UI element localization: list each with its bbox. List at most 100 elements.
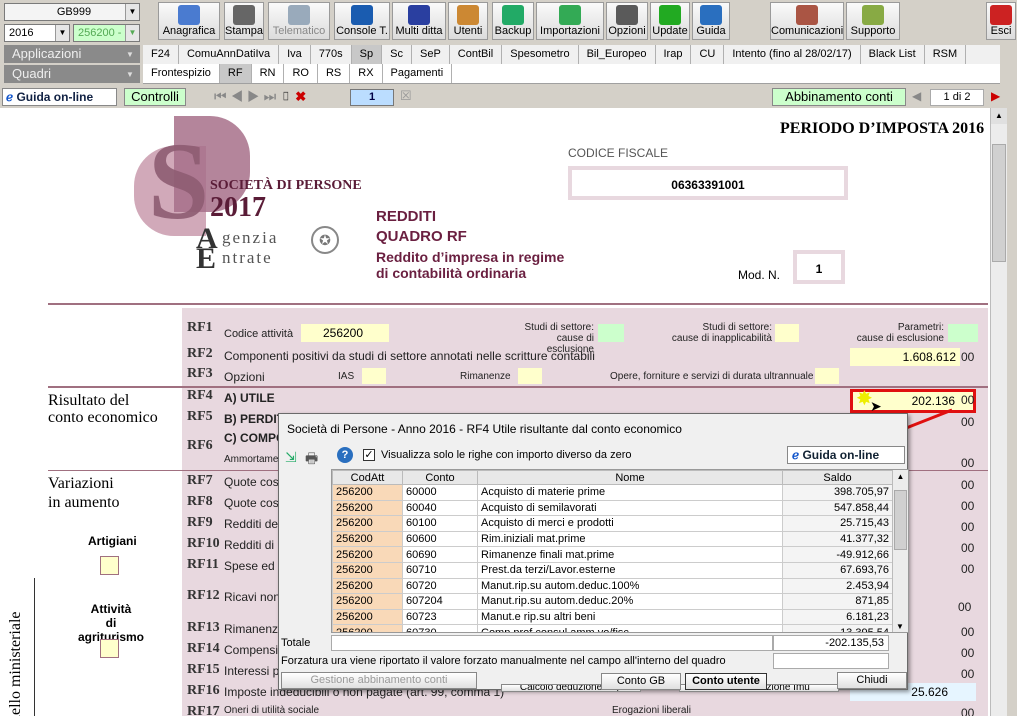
new-page-icon[interactable]: ▯ — [280, 88, 295, 104]
scroll-up-icon[interactable]: ▲ — [893, 470, 908, 484]
export-icon[interactable]: ⇲ — [285, 449, 297, 466]
toolbar-multi-ditta-button[interactable]: Multi ditta — [392, 2, 446, 40]
delete-icon[interactable]: ✖ — [295, 88, 310, 104]
grid-scrollbar[interactable]: ▲ ▼ — [892, 470, 908, 632]
cf-field[interactable]: 06363391001 — [568, 166, 848, 200]
column-header[interactable]: Nome — [477, 470, 783, 485]
guida-online-button[interactable]: ℯ Guida on-line — [2, 88, 117, 106]
prev-icon[interactable]: ◀ — [231, 88, 248, 104]
rf1-field[interactable]: 256200 — [301, 324, 389, 342]
toolbar-update-button[interactable]: Update — [650, 2, 690, 40]
page-prev-icon[interactable]: ◀ — [912, 89, 921, 103]
tab-ro[interactable]: RO — [284, 64, 318, 83]
last-icon[interactable]: ⏭ — [264, 88, 281, 104]
toolbar-opzioni-button[interactable]: Opzioni — [606, 2, 648, 40]
table-row[interactable]: 256200 60710 Prest.da terzi/Lavor.esterne 6… — [332, 561, 893, 579]
scroll-thumb[interactable] — [992, 144, 1006, 262]
tab-cu[interactable]: CU — [691, 45, 725, 64]
table-row[interactable]: 256200 60723 Manut.e rip.su altri beni 6.18… — [332, 608, 893, 626]
column-header[interactable]: CodAtt — [332, 470, 403, 485]
agriturismo-checkbox[interactable] — [100, 639, 119, 658]
table-row[interactable]: 256200 607204 Manut.rip.su autom.deduc.20%… — [332, 593, 893, 610]
company-select[interactable]: GB999 ▼ — [4, 3, 140, 21]
toolbar-anagrafica-button[interactable]: Anagrafica — [158, 2, 220, 40]
help-icon[interactable]: ? — [337, 447, 353, 463]
tab-sep[interactable]: SeP — [412, 45, 450, 64]
tab-contbil[interactable]: ContBil — [450, 45, 503, 64]
table-row[interactable]: 256200 60690 Rimanenze finali mat.prime -49… — [332, 546, 893, 563]
toolbar-esci-button[interactable]: Esci — [986, 2, 1016, 40]
chevron-down-icon[interactable]: ▼ — [126, 66, 140, 84]
chevron-down-icon[interactable]: ▼ — [125, 25, 139, 41]
tab-sp[interactable]: Sp — [351, 45, 383, 64]
tab-bil-europeo[interactable]: Bil_Europeo — [579, 45, 656, 64]
toolbar-console-t-button[interactable]: Console T. — [334, 2, 390, 40]
toolbar-stampa-button[interactable]: Stampa — [224, 2, 264, 40]
artigiani-checkbox[interactable] — [100, 556, 119, 575]
quadri-select[interactable]: Quadri ▼ — [4, 65, 140, 83]
tab-rs[interactable]: RS — [318, 64, 351, 83]
conto-gb-button[interactable]: Conto GB — [601, 673, 681, 690]
dialog-guida-button[interactable]: ℯ Guida on-line — [787, 446, 905, 464]
page-number-field[interactable]: 1 — [350, 89, 394, 106]
applicazioni-select[interactable]: Applicazioni ▼ — [4, 45, 140, 63]
param-field[interactable] — [948, 324, 978, 342]
table-row[interactable]: 256200 60000 Acquisto di materie prime 398.… — [332, 484, 893, 501]
scroll-down-icon[interactable]: ▼ — [893, 620, 907, 632]
next-icon[interactable]: ▶ — [247, 88, 264, 104]
table-row[interactable]: 256200 60040 Acquisto di semilavorati 547.8… — [332, 499, 893, 517]
column-header[interactable]: Conto — [402, 470, 478, 485]
tab-comuanndatiiva[interactable]: ComuAnnDatiIva — [179, 45, 280, 64]
tab-iva[interactable]: Iva — [279, 45, 311, 64]
table-row[interactable]: 256200 60720 Manut.rip.su autom.deduc.100%… — [332, 577, 893, 595]
conto-utente-button[interactable]: Conto utente — [685, 673, 767, 690]
toolbar-utenti-button[interactable]: Utenti — [448, 2, 488, 40]
opere-field[interactable] — [815, 368, 839, 384]
tab-rsm[interactable]: RSM — [925, 45, 967, 64]
column-header[interactable]: Saldo — [782, 470, 893, 485]
forzatura-field[interactable] — [773, 653, 889, 669]
toolbar-backup-button[interactable]: Backup — [492, 2, 534, 40]
rf2-field[interactable]: 1.608.612 — [850, 348, 960, 366]
toolbar-telematico-button[interactable]: Telematico — [268, 2, 330, 40]
tab-f24[interactable]: F24 — [143, 45, 179, 64]
tab-770s[interactable]: 770s — [311, 45, 352, 64]
toolbar-supporto-button[interactable]: Supporto — [846, 2, 900, 40]
studi2-field[interactable] — [775, 324, 799, 342]
activity-select[interactable]: 256200 - ▼ — [73, 24, 140, 42]
chevron-down-icon[interactable]: ▼ — [126, 46, 140, 64]
mod-n-field[interactable]: 1 — [793, 250, 845, 284]
tab-sc[interactable]: Sc — [382, 45, 412, 64]
nonzero-checkbox[interactable]: ✓ — [363, 449, 375, 461]
tab-frontespizio[interactable]: Frontespizio — [143, 64, 220, 83]
ias-field[interactable] — [362, 368, 386, 384]
table-row[interactable]: 256200 60100 Acquisto di merci e prodotti 2… — [332, 515, 893, 532]
scroll-up-icon[interactable]: ▲ — [991, 108, 1007, 124]
table-row[interactable]: 256200 60600 Rim.iniziali mat.prime 41.377,… — [332, 530, 893, 548]
studi1-field[interactable] — [598, 324, 624, 342]
clear-icon[interactable]: ☒ — [400, 88, 412, 104]
tab-spesometro[interactable]: Spesometro — [502, 45, 579, 64]
tab-black-list[interactable]: Black List — [861, 45, 925, 64]
chevron-down-icon[interactable]: ▼ — [55, 25, 69, 41]
page-next-icon[interactable]: ▶ — [991, 89, 1000, 103]
year-select[interactable]: 2016 ▼ — [4, 24, 70, 42]
tab-rf[interactable]: RF — [219, 64, 252, 83]
first-icon[interactable]: ⏮ — [214, 88, 231, 104]
abbinamento-conti-button[interactable]: Abbinamento conti — [772, 88, 906, 106]
table-row[interactable]: 256200 60730 Comp.prof.consul.amm.vo/fisc 1… — [332, 624, 893, 632]
grid-scroll-thumb[interactable] — [894, 490, 907, 550]
tab-pagamenti[interactable]: Pagamenti — [383, 64, 453, 83]
rimanenze-field[interactable] — [518, 368, 542, 384]
gestione-abbinamento-button[interactable]: Gestione abbinamento conti — [281, 672, 477, 689]
toolbar-comunicazioni-button[interactable]: Comunicazioni — [770, 2, 844, 40]
tab-intento-fino-al-28-02-17[interactable]: Intento (fino al 28/02/17) — [724, 45, 861, 64]
tab-rx[interactable]: RX — [350, 64, 383, 83]
tab-rn[interactable]: RN — [252, 64, 285, 83]
chevron-down-icon[interactable]: ▼ — [125, 4, 139, 20]
chiudi-button[interactable]: Chiudi — [837, 672, 907, 689]
toolbar-guida-button[interactable]: Guida — [692, 2, 730, 40]
vertical-scrollbar[interactable]: ▲ — [990, 108, 1007, 716]
toolbar-importazioni-button[interactable]: Importazioni — [536, 2, 604, 40]
controlli-button[interactable]: Controlli — [124, 88, 186, 106]
